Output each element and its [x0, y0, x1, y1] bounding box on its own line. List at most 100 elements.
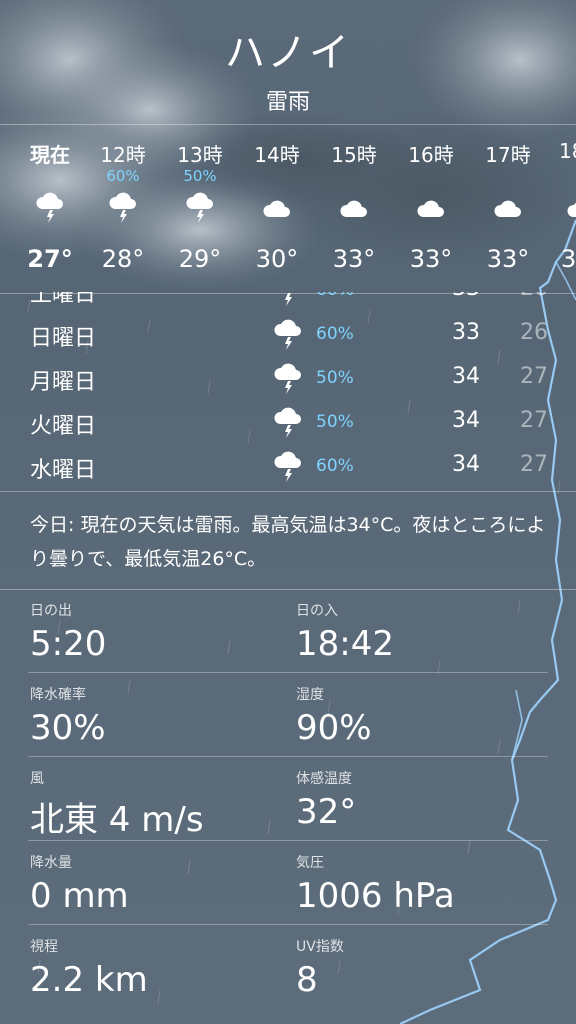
hour-label: 14時	[254, 143, 300, 167]
detail-label: 降水確率	[30, 687, 86, 703]
hourly-item: 16時 33°	[393, 125, 469, 293]
detail-value: 北東 4 m/s	[30, 800, 204, 840]
precipitation-detail: 降水量 0 mm	[30, 852, 270, 916]
thunderstorm-icon	[274, 363, 301, 394]
day-precip-chance: 50%	[316, 412, 354, 432]
hour-temperature: 33°	[486, 245, 530, 273]
day-low: 27	[520, 408, 548, 433]
detail-value: 2.2 km	[30, 960, 148, 1000]
thunderstorm-icon	[274, 319, 301, 350]
detail-value: 8	[296, 960, 318, 1000]
detail-label: 日の入	[296, 603, 338, 619]
pressure-detail: 気圧 1006 hPa	[296, 852, 536, 916]
hour-temperature: 27°	[27, 245, 73, 273]
detail-label: 体感温度	[296, 771, 352, 787]
hourly-item: 14時 30°	[239, 125, 315, 293]
detail-label: 視程	[30, 939, 58, 955]
day-high: 34	[452, 364, 480, 389]
hour-temperature: 28°	[101, 245, 145, 273]
detail-divider	[28, 756, 548, 757]
day-precip-chance: 60%	[316, 292, 354, 300]
detail-value: 32°	[296, 792, 357, 832]
day-name: 土曜日	[30, 292, 97, 307]
detail-label: 日の出	[30, 603, 72, 619]
cloud-icon	[494, 200, 521, 217]
detail-divider	[28, 840, 548, 841]
detail-value: 0 mm	[30, 876, 129, 916]
humidity-detail: 湿度 90%	[296, 684, 536, 748]
day-precip-chance: 50%	[316, 368, 354, 388]
feels-like-detail: 体感温度 32°	[296, 768, 536, 832]
daily-row: 日曜日 60% 33 26	[0, 314, 576, 358]
daily-forecast-list[interactable]: 土曜日 60% 33 26 日曜日 60% 33 26 月曜日 50% 34 2…	[0, 292, 576, 490]
hour-temperature: 33°	[409, 245, 453, 273]
today-summary: 今日: 現在の天気は雷雨。最高気温は34°C。夜はところにより曇りで、最低気温2…	[30, 514, 546, 570]
thunderstorm-icon	[274, 407, 301, 438]
cloud-icon	[567, 202, 576, 217]
day-precip-chance: 60%	[316, 456, 354, 476]
city-name: ハノイ	[225, 30, 351, 76]
day-name: 水曜日	[30, 458, 97, 483]
sunrise-detail: 日の出 5:20	[30, 600, 270, 664]
detail-value: 30%	[30, 708, 106, 748]
hourly-item: 17時 33°	[470, 125, 546, 293]
hour-label: 現在	[30, 143, 70, 167]
hour-temperature: 33°	[332, 245, 376, 273]
section-divider	[0, 491, 576, 492]
thunderstorm-icon	[186, 192, 213, 223]
thunderstorm-icon	[285, 293, 292, 306]
section-divider	[0, 589, 576, 590]
sunset-detail: 日の入 18:42	[296, 600, 536, 664]
day-low: 26	[512, 292, 548, 301]
detail-label: 降水量	[30, 855, 72, 871]
hour-label: 13時	[177, 143, 223, 167]
day-low: 27	[520, 364, 548, 389]
cloud-icon	[340, 200, 367, 217]
detail-value: 5:20	[30, 624, 107, 664]
hourly-item: 12時 60% 28°	[85, 125, 161, 293]
day-high: 34	[452, 452, 480, 477]
day-high: 33	[446, 292, 480, 301]
cloud-icon	[263, 200, 290, 217]
hour-temperature: 3	[561, 245, 576, 273]
day-high: 33	[452, 320, 480, 345]
visibility-detail: 視程 2.2 km	[30, 936, 270, 1000]
day-name: 月曜日	[30, 370, 97, 395]
cloud-icon	[417, 200, 444, 217]
day-low: 26	[520, 320, 548, 345]
current-condition: 雷雨	[265, 90, 310, 115]
detail-value: 90%	[296, 708, 372, 748]
hour-label: 17時	[485, 143, 531, 167]
thunderstorm-icon	[36, 192, 63, 223]
hour-temperature: 29°	[178, 245, 222, 273]
wind-detail: 風 北東 4 m/s	[30, 768, 270, 841]
detail-value: 18:42	[296, 624, 394, 664]
day-high: 34	[452, 408, 480, 433]
day-name: 火曜日	[30, 414, 97, 439]
hourly-item: 現在 27°	[12, 125, 88, 293]
detail-label: 気圧	[296, 855, 324, 871]
thunderstorm-icon	[274, 451, 301, 482]
day-precip-chance: 60%	[316, 324, 354, 344]
daily-row: 火曜日 50% 34 27	[0, 402, 576, 446]
detail-label: 風	[30, 771, 44, 787]
hour-label: 18	[559, 139, 576, 163]
day-name: 日曜日	[30, 326, 97, 351]
hour-label: 15時	[331, 143, 377, 167]
daily-row: 水曜日 60% 34 27	[0, 446, 576, 490]
hour-label: 16時	[408, 143, 454, 167]
location-header: ハノイ 雷雨	[0, 20, 576, 116]
uv-index-detail: UV指数 8	[296, 936, 536, 1000]
detail-value: 1006 hPa	[296, 876, 455, 916]
detail-label: 湿度	[296, 687, 324, 703]
detail-divider	[28, 672, 548, 673]
precip-chance-detail: 降水確率 30%	[30, 684, 270, 748]
hour-precip-chance: 60%	[106, 167, 140, 185]
thunderstorm-icon	[109, 192, 136, 223]
hourly-forecast-strip[interactable]: 現在 27° 12時 60% 28° 13時 50% 29° 14時 30° 1…	[0, 124, 576, 294]
hourly-item: 15時 33°	[316, 125, 392, 293]
detail-label: UV指数	[296, 939, 344, 955]
hourly-item: 18 3	[547, 125, 576, 293]
hour-temperature: 30°	[255, 245, 299, 273]
daily-row: 月曜日 50% 34 27	[0, 358, 576, 402]
